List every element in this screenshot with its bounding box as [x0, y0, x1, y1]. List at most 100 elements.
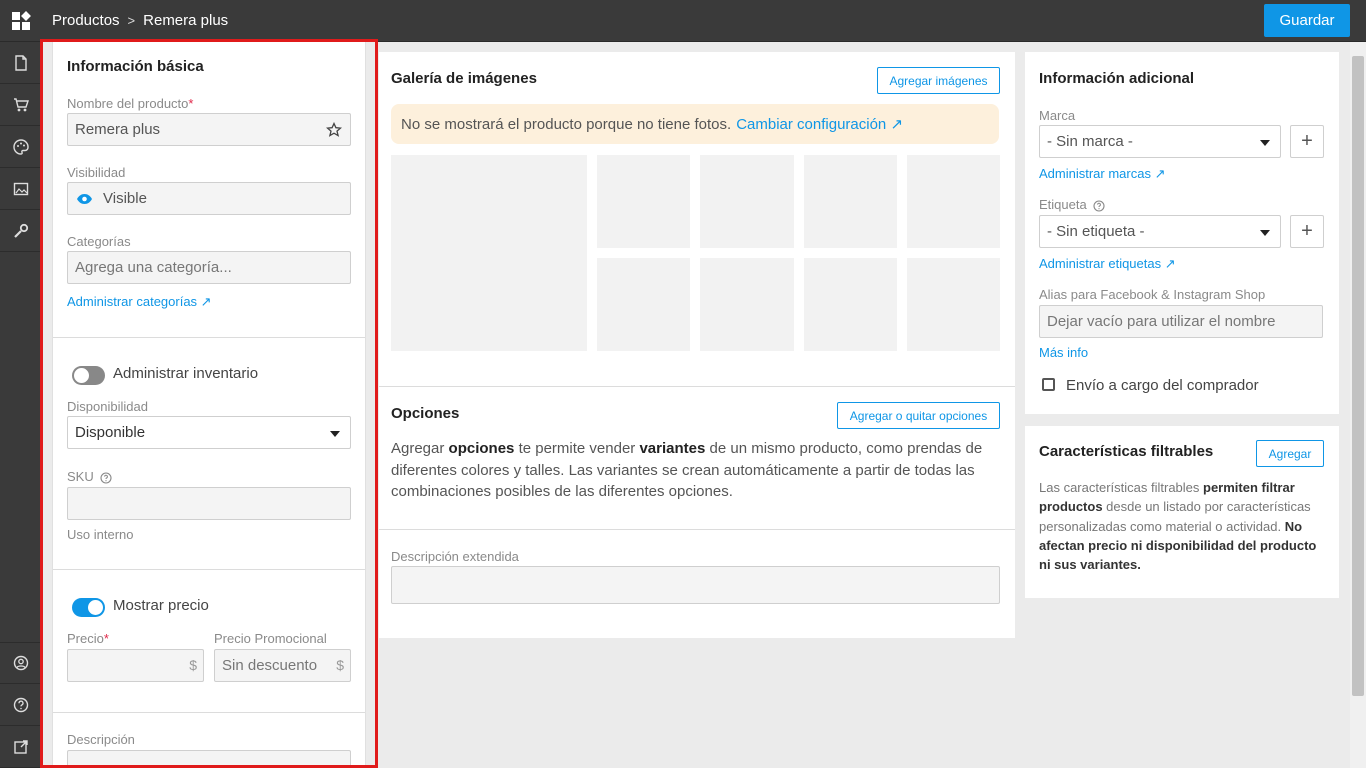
user-icon[interactable]	[0, 642, 42, 684]
options-description: Agregar opciones te permite vender varia…	[391, 440, 983, 500]
image-placeholder[interactable]	[907, 155, 1000, 248]
add-feature-button[interactable]: Agregar	[1256, 440, 1324, 467]
image-placeholder[interactable]	[804, 155, 897, 248]
tag-label: Etiqueta	[1039, 197, 1105, 212]
external-link-icon[interactable]	[0, 726, 42, 768]
divider	[53, 337, 365, 338]
internal-use-hint: Uso interno	[67, 527, 134, 542]
price-label: Precio*	[67, 631, 109, 646]
add-brand-button[interactable]: +	[1290, 125, 1324, 158]
manage-categories-link[interactable]: Administrar categorías ↗	[67, 294, 212, 310]
promo-price-input[interactable]: Sin descuento $	[214, 649, 351, 682]
currency-symbol: $	[189, 657, 197, 673]
image-placeholder[interactable]	[597, 155, 690, 248]
add-tag-button[interactable]: +	[1290, 215, 1324, 248]
manage-brands-link[interactable]: Administrar marcas ↗	[1039, 166, 1165, 182]
breadcrumb: Productos > Remera plus	[52, 12, 228, 29]
image-placeholder[interactable]	[804, 258, 897, 351]
breadcrumb-productos[interactable]: Productos	[52, 12, 120, 29]
divider	[379, 529, 1015, 530]
image-placeholder[interactable]	[597, 258, 690, 351]
product-name-value: Remera plus	[75, 121, 161, 138]
options-title: Opciones	[391, 405, 460, 422]
currency-symbol: $	[336, 657, 344, 673]
description-input[interactable]	[67, 750, 351, 768]
image-placeholder[interactable]	[907, 258, 1000, 351]
visibility-select[interactable]: Visible	[67, 182, 351, 215]
add-images-button[interactable]: Agregar imágenes	[877, 67, 1000, 94]
product-name-input[interactable]: Remera plus	[67, 113, 351, 146]
show-price-toggle[interactable]	[72, 598, 105, 617]
divider	[53, 712, 365, 713]
categories-placeholder: Agrega una categoría...	[75, 259, 232, 276]
additional-info-title: Información adicional	[1039, 70, 1195, 87]
description-label: Descripción	[67, 732, 135, 747]
app-logo-icon[interactable]	[0, 0, 42, 42]
tag-select[interactable]: - Sin etiqueta -	[1039, 215, 1281, 248]
additional-info-panel: Información adicional Marca - Sin marca …	[1025, 52, 1339, 414]
help-icon[interactable]	[1093, 200, 1105, 212]
chevron-down-icon	[330, 431, 340, 437]
image-placeholder[interactable]	[391, 155, 587, 351]
inventory-toggle-label: Administrar inventario	[113, 365, 259, 382]
breadcrumb-current: Remera plus	[143, 12, 229, 29]
availability-select[interactable]: Disponible	[67, 416, 351, 449]
palette-icon[interactable]	[0, 126, 42, 168]
price-input[interactable]: $	[67, 649, 204, 682]
availability-value: Disponible	[75, 424, 146, 441]
basic-info-title: Información básica	[67, 58, 204, 75]
brand-value: - Sin marca -	[1047, 133, 1133, 150]
eye-icon	[77, 193, 92, 204]
breadcrumb-separator: >	[127, 13, 136, 28]
filterable-features-panel: Características filtrables Agregar Las c…	[1025, 426, 1339, 598]
help-icon[interactable]	[0, 684, 42, 726]
scrollbar-thumb[interactable]	[1352, 56, 1364, 696]
alias-label: Alias para Facebook & Instagram Shop	[1039, 287, 1266, 302]
sku-label: SKU	[67, 469, 112, 484]
buyer-shipping-checkbox[interactable]	[1042, 378, 1055, 391]
image-icon[interactable]	[0, 168, 42, 210]
product-name-label: Nombre del producto*	[67, 96, 194, 111]
promo-price-placeholder: Sin descuento	[222, 657, 318, 674]
chevron-down-icon	[1260, 230, 1270, 236]
no-photos-warning: No se mostrará el producto porque no tie…	[391, 104, 999, 144]
document-icon[interactable]	[0, 42, 42, 84]
extended-description-label: Descripción extendida	[391, 549, 519, 564]
promo-price-label: Precio Promocional	[214, 631, 327, 646]
sku-input[interactable]	[67, 487, 351, 520]
extended-description-input[interactable]	[391, 566, 1000, 604]
help-icon[interactable]	[100, 472, 112, 484]
visibility-label: Visibilidad	[67, 165, 126, 180]
image-placeholder[interactable]	[700, 258, 794, 351]
tools-icon[interactable]	[0, 210, 42, 252]
availability-label: Disponibilidad	[67, 399, 148, 414]
star-icon[interactable]	[326, 122, 342, 138]
gallery-options-panel: Galería de imágenes Agregar imágenes No …	[379, 52, 1015, 638]
more-info-link[interactable]: Más info	[1039, 345, 1088, 360]
change-settings-link[interactable]: Cambiar configuración ↗	[736, 115, 903, 133]
manage-tags-link[interactable]: Administrar etiquetas ↗	[1039, 256, 1176, 272]
inventory-toggle[interactable]	[72, 366, 105, 385]
image-placeholder[interactable]	[700, 155, 794, 248]
chevron-down-icon	[1260, 140, 1270, 146]
alias-input[interactable]: Dejar vacío para utilizar el nombre	[1039, 305, 1323, 338]
add-remove-options-button[interactable]: Agregar o quitar opciones	[837, 402, 1000, 429]
filterable-features-title: Características filtrables	[1039, 443, 1214, 460]
categories-label: Categorías	[67, 234, 131, 249]
left-rail	[0, 42, 42, 768]
categories-input[interactable]: Agrega una categoría...	[67, 251, 351, 284]
visibility-value: Visible	[103, 190, 147, 207]
save-button[interactable]: Guardar	[1264, 4, 1350, 37]
gallery-title: Galería de imágenes	[391, 70, 537, 87]
cart-icon[interactable]	[0, 84, 42, 126]
basic-info-panel: Información básica Nombre del producto* …	[52, 42, 366, 768]
filterable-features-description: Las características filtrables permiten …	[1039, 480, 1317, 573]
brand-select[interactable]: - Sin marca -	[1039, 125, 1281, 158]
show-price-toggle-label: Mostrar precio	[113, 597, 209, 614]
alias-placeholder: Dejar vacío para utilizar el nombre	[1047, 313, 1276, 330]
divider	[379, 386, 1015, 387]
top-bar: Productos > Remera plus Guardar	[0, 0, 1366, 42]
tag-value: - Sin etiqueta -	[1047, 223, 1145, 240]
buyer-shipping-label: Envío a cargo del comprador	[1066, 377, 1259, 394]
divider	[53, 569, 365, 570]
